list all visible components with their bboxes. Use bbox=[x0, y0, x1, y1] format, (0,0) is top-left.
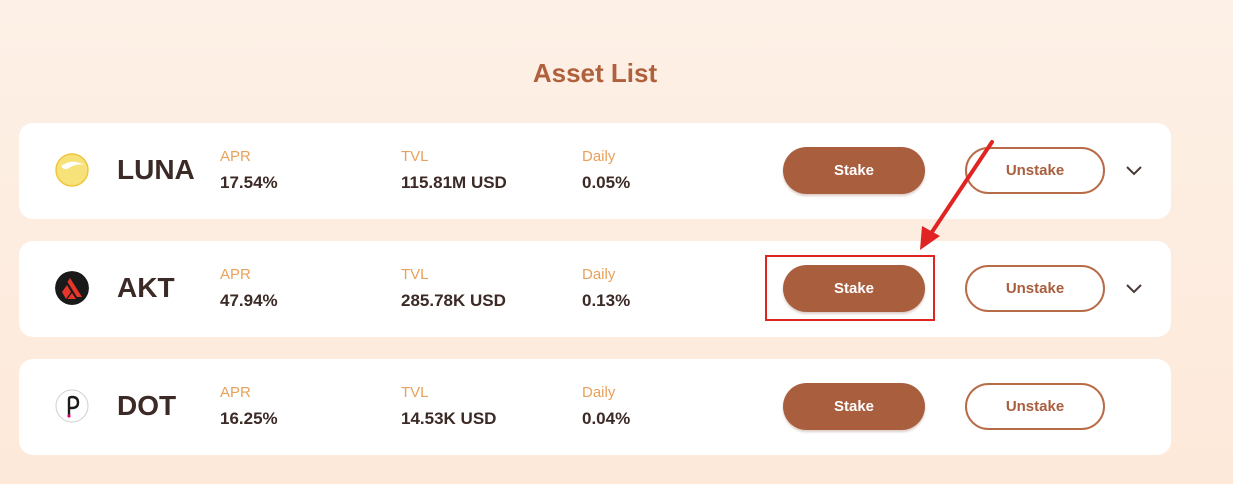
tvl-label: TVL bbox=[401, 148, 429, 165]
apr-label: APR bbox=[220, 384, 251, 401]
daily-value: 0.05% bbox=[582, 173, 631, 192]
tvl-value: 14.53K USD bbox=[401, 409, 497, 428]
akash-icon bbox=[55, 271, 89, 305]
polkadot-icon bbox=[55, 389, 89, 423]
tvl-label: TVL bbox=[401, 384, 429, 401]
daily-value: 0.13% bbox=[582, 291, 631, 310]
chevron-down-icon[interactable] bbox=[1123, 161, 1145, 181]
apr-label: APR bbox=[220, 266, 251, 283]
stake-button[interactable]: Stake bbox=[783, 383, 925, 430]
annotation-arrow-icon bbox=[920, 140, 994, 250]
daily-label: Daily bbox=[582, 384, 616, 401]
asset-name: LUNA bbox=[117, 154, 195, 185]
chevron-down-icon[interactable] bbox=[1123, 279, 1145, 299]
apr-label: APR bbox=[220, 148, 251, 165]
daily-value: 0.04% bbox=[582, 409, 631, 428]
apr-value: 16.25% bbox=[220, 409, 278, 428]
tvl-label: TVL bbox=[401, 266, 429, 283]
unstake-button[interactable]: Unstake bbox=[965, 383, 1105, 430]
daily-label: Daily bbox=[582, 148, 616, 165]
asset-row-dot: DOT APR 16.25% TVL 14.53K USD Daily 0.04… bbox=[19, 359, 1171, 455]
asset-name: DOT bbox=[117, 390, 177, 421]
tvl-value: 285.78K USD bbox=[401, 291, 506, 310]
highlight-box bbox=[765, 255, 935, 321]
daily-label: Daily bbox=[582, 266, 616, 283]
apr-value: 17.54% bbox=[220, 173, 278, 192]
luna-icon bbox=[55, 153, 89, 187]
unstake-button[interactable]: Unstake bbox=[965, 265, 1105, 312]
page-title: Asset List bbox=[532, 58, 658, 88]
tvl-value: 115.81M USD bbox=[401, 173, 507, 192]
asset-name: AKT bbox=[117, 272, 175, 303]
apr-value: 47.94% bbox=[220, 291, 278, 310]
